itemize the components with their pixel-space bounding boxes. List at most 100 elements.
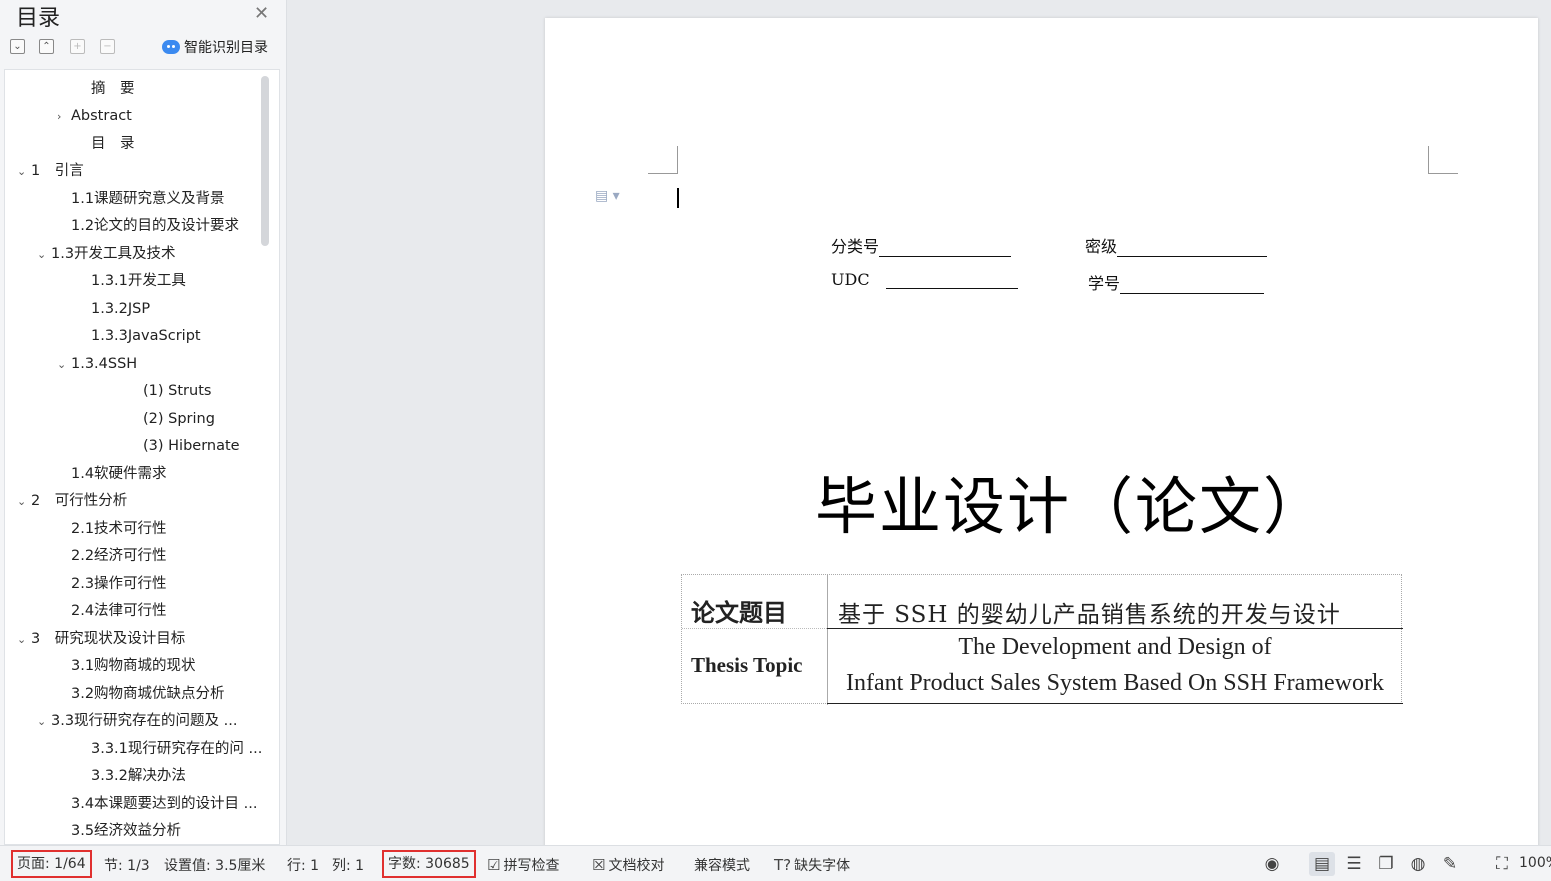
toc-item-label: 1.3.4SSH bbox=[71, 356, 138, 372]
secret-label: 密级 bbox=[1085, 237, 1118, 256]
toc-item[interactable]: ⌄ 1.3开发工具及技术 bbox=[37, 243, 176, 265]
thesis-title-en-line2[interactable]: Infant Product Sales System Based On SSH… bbox=[827, 670, 1403, 697]
toc-item-label: 1.3.3JavaScript bbox=[91, 328, 201, 344]
smart-toc-button[interactable]: 智能识别目录 bbox=[162, 37, 268, 57]
add-heading-icon[interactable]: + bbox=[70, 39, 85, 54]
udc-field[interactable]: UDC bbox=[831, 270, 1018, 289]
student-number-label: 学号 bbox=[1088, 274, 1121, 293]
toc-item[interactable]: ⌄ 1 引言 bbox=[17, 160, 84, 182]
toc-item[interactable]: 摘 要 bbox=[77, 78, 135, 100]
chevron-right-icon[interactable]: › bbox=[57, 106, 71, 128]
toc-item-label: Abstract bbox=[71, 108, 132, 124]
paragraph-options-icon[interactable]: ▤ ▾ bbox=[595, 188, 620, 204]
secret-level-field[interactable]: 密级 bbox=[1085, 233, 1268, 257]
document-proofread-button[interactable]: ☒ 文档校对 bbox=[592, 855, 664, 875]
toc-item-label: 2.1技术可行性 bbox=[71, 521, 167, 537]
toc-item[interactable]: ⌄ 2 可行性分析 bbox=[17, 490, 127, 512]
chevron-down-icon[interactable]: ⌄ bbox=[37, 711, 51, 733]
web-view-icon[interactable]: ◍ bbox=[1405, 852, 1431, 876]
toc-item[interactable]: 2.4法律可行性 bbox=[57, 600, 167, 622]
toc-sidebar: 目录 ✕ ⌄ ⌃ + − 智能识别目录 摘 要 › Abstract 目 录 ⌄ 1 引言… bbox=[0, 0, 287, 845]
margin-corner-mark bbox=[1428, 146, 1458, 174]
smart-toc-label: 智能识别目录 bbox=[184, 40, 268, 56]
toc-item[interactable]: ⌄ 3 研究现状及设计目标 bbox=[17, 628, 185, 650]
toc-scrollbar[interactable] bbox=[261, 76, 269, 246]
spell-check-button[interactable]: ☑ 拼写检查 bbox=[487, 855, 559, 875]
toc-item-label: 3.3现行研究存在的问题及 ... bbox=[51, 713, 238, 729]
classification-field[interactable]: 分类号 bbox=[831, 233, 1012, 257]
eye-protection-icon[interactable]: ◉ bbox=[1259, 852, 1285, 876]
toc-item[interactable]: ⌄ 1.3.4SSH bbox=[57, 353, 137, 375]
document-main-title: 毕业设计（论文） bbox=[815, 470, 1328, 543]
checkbox-check-icon: ☑ bbox=[487, 856, 501, 874]
fit-page-icon[interactable]: ⛶ bbox=[1489, 852, 1515, 876]
close-icon[interactable]: ✕ bbox=[254, 3, 269, 24]
toc-item[interactable]: 1.4软硬件需求 bbox=[57, 463, 167, 485]
toc-item[interactable]: 2.1技术可行性 bbox=[57, 518, 167, 540]
toc-item[interactable]: 3.3.1现行研究存在的问 ... bbox=[77, 738, 262, 760]
toc-item-label: 3.4本课题要达到的设计目 ... bbox=[71, 796, 258, 812]
toc-item[interactable]: 2.2经济可行性 bbox=[57, 545, 167, 567]
chevron-down-icon[interactable]: ⌄ bbox=[37, 244, 51, 266]
collapse-all-icon[interactable]: ⌄ bbox=[10, 39, 25, 54]
toc-item[interactable]: 1.3.1开发工具 bbox=[77, 270, 186, 292]
document-proofread-label: 文档校对 bbox=[608, 858, 665, 874]
toc-item-label: 1.3.2JSP bbox=[91, 301, 151, 317]
thesis-title-zh[interactable]: 基于 SSH 的婴幼儿产品销售系统的开发与设计 bbox=[838, 595, 1341, 629]
zoom-level[interactable]: 100% bbox=[1519, 855, 1551, 871]
sidebar-title: 目录 bbox=[16, 6, 61, 31]
toc-item-label: 2.2经济可行性 bbox=[71, 548, 167, 564]
classification-label: 分类号 bbox=[831, 237, 880, 256]
spell-check-label: 拼写检查 bbox=[503, 858, 560, 874]
toc-item[interactable]: 目 录 bbox=[77, 133, 135, 155]
toc-item-label: 1.3.1开发工具 bbox=[91, 273, 186, 289]
toc-item[interactable]: 1.3.3JavaScript bbox=[77, 325, 201, 347]
toc-item[interactable]: (3) Hibernate bbox=[129, 435, 240, 457]
toc-item[interactable]: 1.1课题研究意义及背景 bbox=[57, 188, 225, 210]
remove-heading-icon[interactable]: − bbox=[100, 39, 115, 54]
thesis-title-en-line1[interactable]: The Development and Design of bbox=[827, 634, 1403, 661]
thesis-title-table: 论文题目 基于 SSH 的婴幼儿产品销售系统的开发与设计 Thesis Topi… bbox=[681, 574, 1403, 705]
toc-list: 摘 要 › Abstract 目 录 ⌄ 1 引言 1.1课题研究意义及背景 1.2论文的目的… bbox=[4, 69, 280, 845]
word-count[interactable]: 字数: 30685 bbox=[382, 850, 476, 878]
toc-item-label: 1 引言 bbox=[31, 163, 84, 179]
toc-item-label: 3.2购物商城优缺点分析 bbox=[71, 686, 225, 702]
reading-view-icon[interactable]: ❐ bbox=[1373, 852, 1399, 876]
toc-item[interactable]: (1) Struts bbox=[129, 380, 211, 402]
outline-view-icon[interactable]: ☰ bbox=[1341, 852, 1367, 876]
toc-item-label: 1.2论文的目的及设计要求 bbox=[71, 218, 240, 234]
toc-item[interactable]: 3.2购物商城优缺点分析 bbox=[57, 683, 225, 705]
ai-bot-icon bbox=[162, 40, 180, 54]
document-page[interactable]: ▤ ▾ 分类号 密级 UDC 学号 毕业设计（论文） 论文题目 基于 SSH 的… bbox=[545, 18, 1538, 848]
page-view-icon[interactable]: ▤ bbox=[1309, 852, 1335, 876]
toc-item[interactable]: 3.5经济效益分析 bbox=[57, 820, 181, 842]
toc-item-label: 1.1课题研究意义及背景 bbox=[71, 191, 225, 207]
toc-item-label: 2 可行性分析 bbox=[31, 493, 128, 509]
toc-item[interactable]: 3.4本课题要达到的设计目 ... bbox=[57, 793, 258, 815]
page-indicator[interactable]: 页面: 1/64 bbox=[11, 850, 92, 878]
pen-icon[interactable]: ✎ bbox=[1437, 852, 1463, 876]
toc-item[interactable]: 1.3.2JSP bbox=[77, 298, 150, 320]
chevron-down-icon[interactable]: ⌄ bbox=[17, 629, 31, 651]
toc-item[interactable]: 3.3.2解决办法 bbox=[77, 765, 186, 787]
toc-item-label: 3.3.2解决办法 bbox=[91, 768, 186, 784]
toc-item[interactable]: 1.2论文的目的及设计要求 bbox=[57, 215, 239, 237]
toc-item[interactable]: (2) Spring bbox=[129, 408, 215, 430]
chevron-down-icon[interactable]: ⌄ bbox=[57, 354, 71, 376]
status-bar: 页面: 1/64 节: 1/3 设置值: 3.5厘米 行: 1 列: 1 字数:… bbox=[0, 845, 1551, 881]
toc-item[interactable]: 2.3操作可行性 bbox=[57, 573, 167, 595]
toc-item[interactable]: 3.1购物商城的现状 bbox=[57, 655, 196, 677]
missing-fonts-button[interactable]: T? 缺失字体 bbox=[774, 855, 850, 875]
toc-item[interactable]: › Abstract bbox=[57, 105, 132, 127]
section-indicator[interactable]: 节: 1/3 bbox=[104, 855, 150, 875]
chevron-down-icon[interactable]: ⌄ bbox=[17, 161, 31, 183]
student-number-field[interactable]: 学号 bbox=[1088, 270, 1265, 294]
toc-item[interactable]: ⌄ 3.3现行研究存在的问题及 ... bbox=[37, 710, 238, 732]
thesis-label-zh: 论文题目 bbox=[691, 598, 787, 627]
setting-value[interactable]: 设置值: 3.5厘米 bbox=[164, 855, 265, 875]
compatibility-mode[interactable]: 兼容模式 bbox=[694, 855, 750, 875]
toc-item-label: (3) Hibernate bbox=[143, 438, 240, 454]
chevron-down-icon[interactable]: ⌄ bbox=[17, 491, 31, 513]
expand-up-icon[interactable]: ⌃ bbox=[39, 39, 54, 54]
toc-item-label: 3 研究现状及设计目标 bbox=[31, 631, 186, 647]
